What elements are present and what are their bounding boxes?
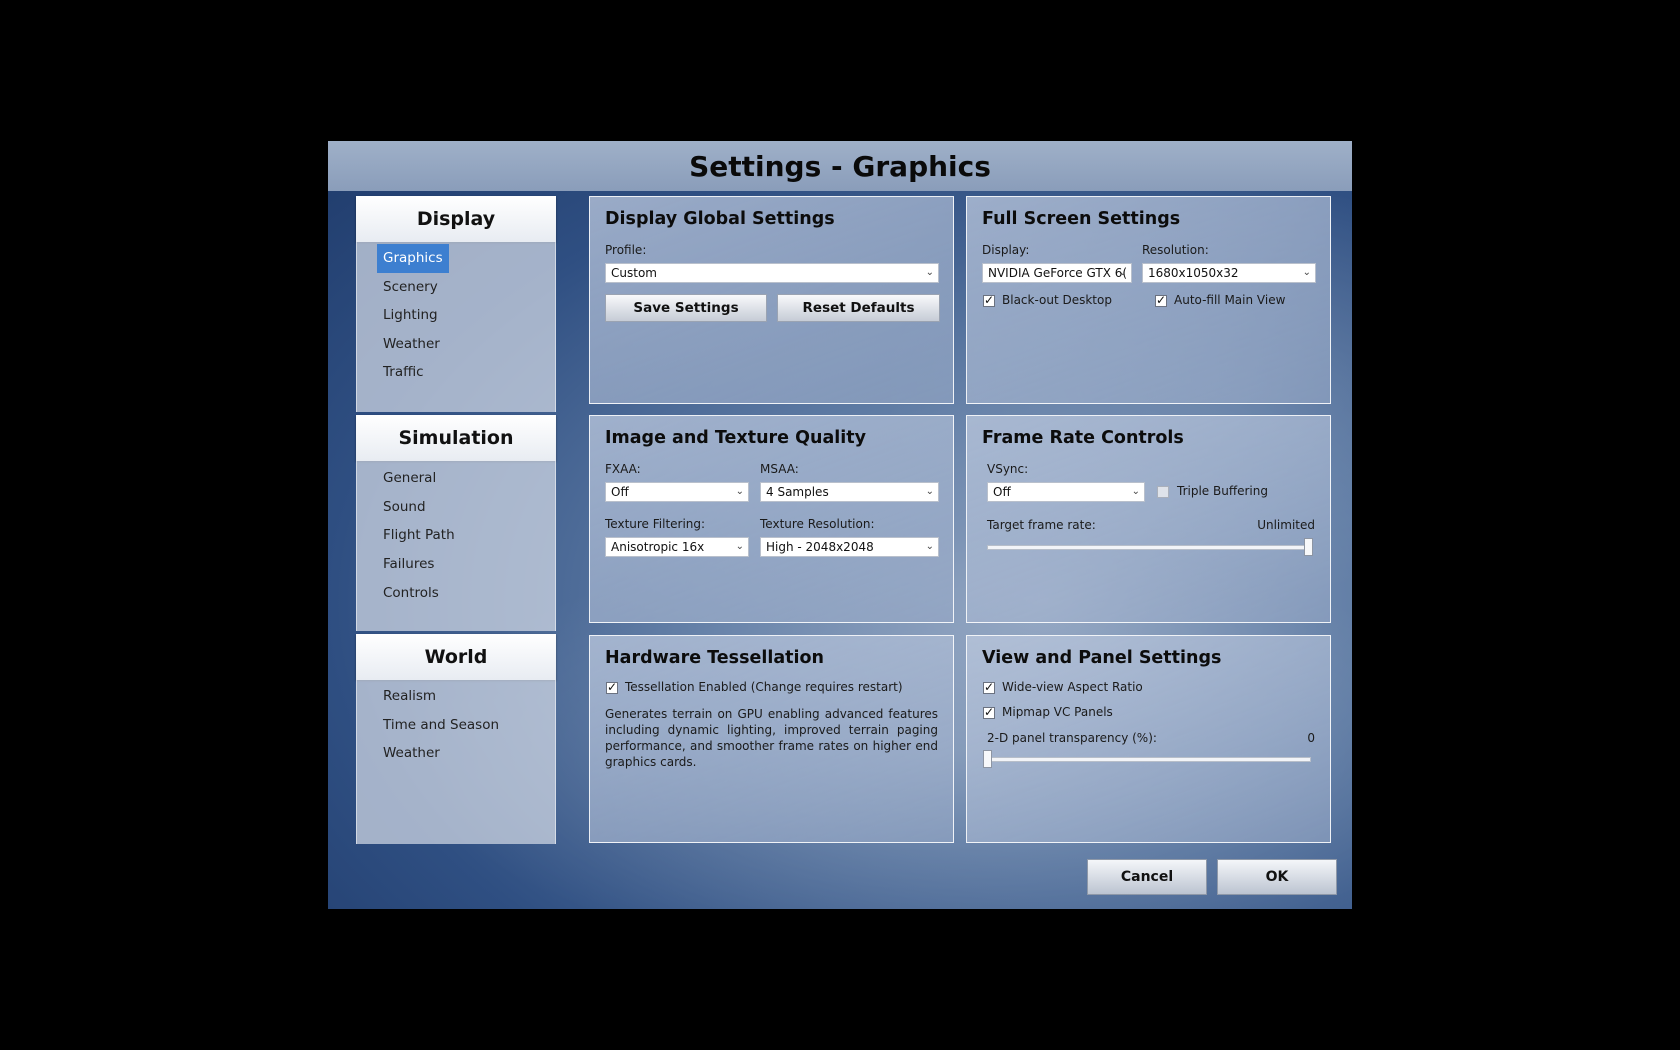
texture-resolution-value: High - 2048x2048 (766, 540, 874, 554)
mipmap-vc-checkbox[interactable] (983, 705, 995, 719)
sidebar-item-weather[interactable]: Weather (377, 330, 446, 359)
chevron-down-icon: ⌄ (925, 541, 934, 552)
save-settings-button[interactable]: Save Settings (605, 294, 767, 322)
sidebar-header-world: World (356, 634, 556, 680)
sidebar-item-traffic[interactable]: Traffic (377, 358, 430, 387)
vsync-label: VSync: (987, 462, 1029, 476)
fxaa-select[interactable]: Off ⌄ (605, 482, 749, 502)
display-label: Display: (982, 243, 1030, 257)
title-bar: Settings - Graphics (328, 141, 1352, 191)
mipmap-vc-label: Mipmap VC Panels (1002, 705, 1113, 719)
chevron-down-icon: ⌄ (925, 486, 934, 497)
sidebar-item-flight-path[interactable]: Flight Path (377, 521, 461, 550)
chevron-down-icon: ⌄ (1118, 267, 1127, 278)
sidebar-item-general[interactable]: General (377, 464, 442, 493)
sidebar-list-simulation: General Sound Flight Path Failures Contr… (356, 461, 556, 631)
profile-label: Profile: (605, 243, 647, 257)
panel-title: Frame Rate Controls (982, 428, 1184, 448)
resolution-select[interactable]: 1680x1050x32 ⌄ (1142, 263, 1316, 283)
panel-frame-rate: Frame Rate Controls VSync: Off ⌄ Triple … (966, 415, 1331, 623)
sidebar-item-scenery[interactable]: Scenery (377, 273, 444, 302)
wideview-aspect-label: Wide-view Aspect Ratio (1002, 680, 1143, 694)
vsync-select[interactable]: Off ⌄ (987, 482, 1145, 502)
display-select[interactable]: NVIDIA GeForce GTX 6( ⌄ (982, 263, 1132, 283)
texture-filtering-label: Texture Filtering: (605, 517, 706, 531)
panel-transparency-label: 2-D panel transparency (%): (987, 731, 1157, 745)
msaa-select[interactable]: 4 Samples ⌄ (760, 482, 939, 502)
chevron-down-icon: ⌄ (925, 267, 934, 278)
window-title: Settings - Graphics (689, 150, 991, 183)
blackout-desktop-checkbox[interactable] (983, 293, 995, 307)
sidebar-group-display: Display Graphics Scenery Lighting Weathe… (356, 196, 556, 412)
panel-transparency-slider-thumb[interactable] (983, 750, 992, 768)
settings-window: Settings - Graphics Display Graphics Sce… (328, 141, 1352, 909)
msaa-label: MSAA: (760, 462, 799, 476)
tessellation-description: Generates terrain on GPU enabling advanc… (605, 707, 938, 769)
wideview-aspect-checkbox[interactable] (983, 680, 995, 694)
target-frame-rate-slider-thumb[interactable] (1304, 538, 1313, 556)
texture-filtering-select[interactable]: Anisotropic 16x ⌄ (605, 537, 749, 557)
sidebar-item-world-weather[interactable]: Weather (377, 739, 446, 768)
sidebar-item-lighting[interactable]: Lighting (377, 301, 444, 330)
autofill-main-view-checkbox[interactable] (1155, 293, 1167, 307)
panel-title: Display Global Settings (605, 209, 835, 229)
target-frame-rate-track[interactable] (987, 545, 1311, 550)
texture-resolution-select[interactable]: High - 2048x2048 ⌄ (760, 537, 939, 557)
sidebar-group-simulation: Simulation General Sound Flight Path Fai… (356, 415, 556, 631)
tessellation-enabled-checkbox[interactable] (606, 680, 618, 694)
chevron-down-icon: ⌄ (735, 541, 744, 552)
sidebar-item-time-and-season[interactable]: Time and Season (377, 711, 505, 740)
chevron-down-icon: ⌄ (735, 486, 744, 497)
display-value: NVIDIA GeForce GTX 6( (988, 266, 1128, 280)
panel-title: Hardware Tessellation (605, 648, 825, 668)
panel-tessellation: Hardware Tessellation Tessellation Enabl… (589, 635, 954, 843)
blackout-desktop-label: Black-out Desktop (1002, 293, 1112, 307)
texture-resolution-label: Texture Resolution: (760, 517, 875, 531)
sidebar-header-simulation: Simulation (356, 415, 556, 461)
sidebar-list-world: Realism Time and Season Weather (356, 680, 556, 844)
panel-title: View and Panel Settings (982, 648, 1222, 668)
target-frame-rate-label: Target frame rate: (987, 518, 1096, 532)
panel-image-texture: Image and Texture Quality FXAA: Off ⌄ MS… (589, 415, 954, 623)
msaa-value: 4 Samples (766, 485, 829, 499)
chevron-down-icon: ⌄ (1302, 267, 1311, 278)
sidebar-item-realism[interactable]: Realism (377, 682, 442, 711)
triple-buffering-label: Triple Buffering (1177, 484, 1268, 498)
fxaa-label: FXAA: (605, 462, 641, 476)
sidebar-group-world: World Realism Time and Season Weather (356, 634, 556, 844)
sidebar-item-graphics[interactable]: Graphics (377, 244, 449, 273)
sidebar-header-display: Display (356, 196, 556, 242)
texture-filtering-value: Anisotropic 16x (611, 540, 705, 554)
fxaa-value: Off (611, 485, 629, 499)
cancel-button[interactable]: Cancel (1087, 859, 1207, 895)
panel-display-global: Display Global Settings Profile: Custom … (589, 196, 954, 404)
chevron-down-icon: ⌄ (1131, 486, 1140, 497)
autofill-main-view-label: Auto-fill Main View (1174, 293, 1286, 307)
panel-title: Image and Texture Quality (605, 428, 867, 448)
reset-defaults-button[interactable]: Reset Defaults (777, 294, 940, 322)
tessellation-enabled-label: Tessellation Enabled (Change requires re… (625, 680, 903, 694)
sidebar-item-controls[interactable]: Controls (377, 579, 445, 608)
sidebar-list-display: Graphics Scenery Lighting Weather Traffi… (356, 242, 556, 412)
profile-select[interactable]: Custom ⌄ (605, 263, 939, 283)
sidebar-item-sound[interactable]: Sound (377, 493, 432, 522)
panel-title: Full Screen Settings (982, 209, 1181, 229)
panel-transparency-track[interactable] (987, 757, 1311, 762)
target-frame-rate-value: Unlimited (1257, 518, 1315, 532)
vsync-value: Off (993, 485, 1011, 499)
profile-value: Custom (611, 266, 657, 280)
panel-view-panel: View and Panel Settings Wide-view Aspect… (966, 635, 1331, 843)
panel-transparency-value: 0 (1307, 731, 1315, 745)
resolution-value: 1680x1050x32 (1148, 266, 1239, 280)
ok-button[interactable]: OK (1217, 859, 1337, 895)
triple-buffering-checkbox[interactable] (1157, 486, 1169, 498)
sidebar-item-failures[interactable]: Failures (377, 550, 440, 579)
resolution-label: Resolution: (1142, 243, 1209, 257)
panel-full-screen: Full Screen Settings Display: NVIDIA GeF… (966, 196, 1331, 404)
